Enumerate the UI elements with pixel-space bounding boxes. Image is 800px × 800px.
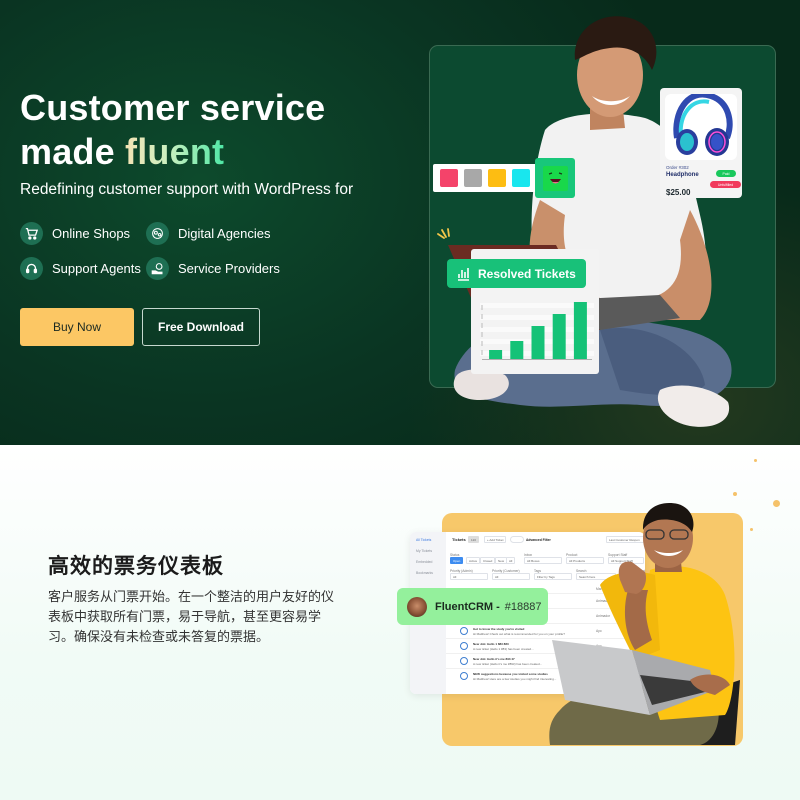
hero-subtitle: Redefining customer support with WordPre… bbox=[20, 181, 354, 198]
angry-emoji-icon[interactable] bbox=[440, 169, 458, 187]
bar-chart-icon bbox=[458, 267, 469, 281]
decorative-dot bbox=[773, 500, 780, 507]
selected-emoji[interactable] bbox=[535, 158, 575, 198]
feature-service-providers: Service Providers bbox=[146, 257, 280, 280]
sidebar-item-all-tickets[interactable]: All Tickets bbox=[416, 538, 431, 542]
resolved-tickets-pill: Resolved Tickets bbox=[447, 259, 586, 288]
unfulfilled-badge: Unfulfilled bbox=[710, 181, 741, 188]
priority-admin-select[interactable]: All bbox=[450, 573, 488, 580]
description-line: 习。确保没有未检查或未答复的票据。 bbox=[48, 630, 270, 645]
ticket-title: New Job: Hello 1 883 883 bbox=[473, 642, 509, 646]
fluentcrm-ticket-badge[interactable]: FluentCRM - #18887 bbox=[397, 588, 548, 625]
ticket-excerpt: A new ticket (Hello 1 #83) has been crea… bbox=[473, 647, 534, 651]
ticket-excerpt: A new ticket (Hello it's me #893) has be… bbox=[473, 662, 543, 666]
sad-emoji-icon[interactable] bbox=[464, 169, 482, 187]
sidebar-item-bookmarks[interactable]: Bookmarks bbox=[416, 571, 433, 575]
product-order-card: Order #302 Headphone Paid Unfulfilled $2… bbox=[660, 88, 742, 198]
status-tab-open[interactable]: Open bbox=[450, 557, 464, 564]
product-name: Headphone bbox=[666, 172, 699, 178]
description-line: 表板中获取所有门票，易于导航，甚至更容易学 bbox=[48, 610, 322, 625]
hero-title-accent: fluent bbox=[125, 131, 225, 172]
ticket-count: 120 bbox=[468, 536, 480, 543]
status-tab-active[interactable]: Active bbox=[466, 557, 481, 564]
paid-badge: Paid bbox=[716, 170, 736, 177]
ticket-avatar bbox=[460, 642, 468, 650]
dashboard-person-illustration bbox=[549, 503, 740, 745]
chart-bar bbox=[552, 314, 566, 359]
customer-avatar bbox=[407, 596, 427, 617]
product-price: $25.00 bbox=[666, 188, 691, 197]
headphone-image bbox=[665, 91, 737, 160]
advanced-filter-toggle[interactable] bbox=[510, 536, 524, 543]
hero-title-prefix: made bbox=[20, 131, 126, 172]
decorative-dot bbox=[754, 459, 757, 462]
resolved-tickets-label: Resolved Tickets bbox=[478, 266, 576, 281]
neutral-emoji-icon[interactable] bbox=[488, 169, 506, 187]
add-ticket-button[interactable]: + Add Ticket bbox=[484, 536, 507, 543]
priority-customer-select[interactable]: All bbox=[492, 573, 530, 580]
hero-section: Customer service made fluent Redefining … bbox=[0, 0, 800, 445]
order-id: Order #302 bbox=[666, 165, 689, 170]
status-tab-closed[interactable]: Closed bbox=[480, 557, 496, 564]
laugh-emoji-icon bbox=[542, 165, 568, 191]
ticket-avatar bbox=[460, 657, 468, 665]
feature-support-agents: Support Agents bbox=[20, 257, 141, 280]
chart-bar bbox=[489, 350, 503, 359]
feature-online-shops: Online Shops bbox=[20, 222, 130, 245]
ticket-avatar bbox=[460, 627, 468, 635]
headset-icon bbox=[20, 257, 43, 280]
sidebar-item-embedded[interactable]: Embedded bbox=[416, 560, 432, 564]
crm-ticket-name: FluentCRM - bbox=[435, 600, 500, 613]
feature-label: Support Agents bbox=[52, 261, 141, 276]
feature-label: Service Providers bbox=[178, 261, 280, 276]
chart-bar bbox=[510, 341, 524, 359]
sidebar-item-my-tickets[interactable]: My Tickets bbox=[416, 549, 432, 553]
ticket-title: Get to know the study you're visited bbox=[473, 627, 525, 631]
description-line: 客户服务从门票开始。在一个整洁的用户友好的仪 bbox=[48, 590, 335, 605]
feedback-emoji-bar bbox=[433, 164, 545, 192]
service-icon bbox=[146, 257, 169, 280]
chart-bar bbox=[573, 302, 587, 359]
feature-label: Digital Agencies bbox=[178, 226, 271, 241]
sparkle-icon bbox=[437, 228, 450, 239]
cart-icon bbox=[20, 222, 43, 245]
crm-ticket-id: #18887 bbox=[504, 600, 542, 613]
status-tab-all[interactable]: All bbox=[506, 557, 516, 564]
section-title: 高效的票务仪表板 bbox=[48, 554, 224, 578]
agency-icon bbox=[146, 222, 169, 245]
ticket-title: NEW suggestions because you visited some… bbox=[473, 672, 548, 676]
ticket-title: New Job: Hello it's me 893 47 bbox=[473, 657, 515, 661]
feature-label: Online Shops bbox=[52, 226, 131, 241]
ticket-avatar bbox=[460, 672, 468, 680]
resolved-tickets-chart bbox=[480, 302, 594, 360]
smile-emoji-icon[interactable] bbox=[512, 169, 530, 187]
decorative-dot bbox=[733, 492, 737, 496]
feature-digital-agencies: Digital Agencies bbox=[146, 222, 271, 245]
buy-now-button[interactable]: Buy Now bbox=[20, 308, 134, 346]
section-description: 客户服务从门票开始。在一个整洁的用户友好的仪 表板中获取所有门票，易于导航，甚至… bbox=[48, 588, 348, 648]
hero-title: Customer service made fluent bbox=[20, 86, 325, 174]
hero-title-line1: Customer service bbox=[20, 87, 326, 128]
free-download-button[interactable]: Free Download bbox=[142, 308, 260, 346]
tickets-title: Tickets bbox=[452, 537, 466, 542]
chart-bar bbox=[531, 326, 545, 359]
